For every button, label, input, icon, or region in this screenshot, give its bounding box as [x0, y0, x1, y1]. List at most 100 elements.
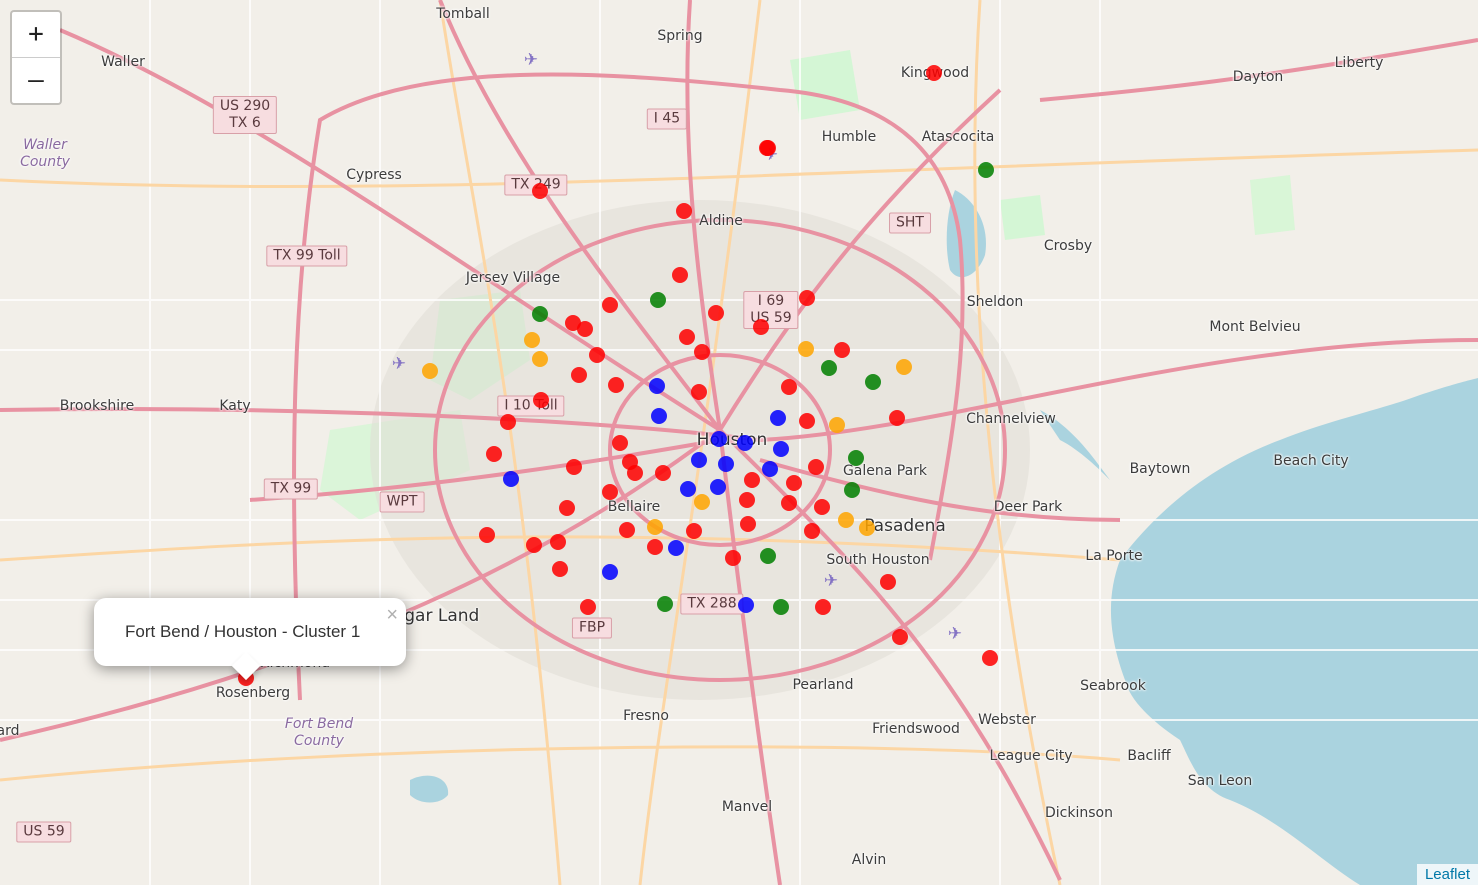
cluster-marker-red[interactable] [486, 446, 502, 462]
cluster-marker-red[interactable] [815, 599, 831, 615]
cluster-marker-red[interactable] [739, 492, 755, 508]
cluster-marker-red[interactable] [580, 599, 596, 615]
cluster-marker-green[interactable] [532, 306, 548, 322]
airport-icon: ✈ [391, 354, 407, 373]
cluster-marker-red[interactable] [799, 290, 815, 306]
cluster-marker-orange[interactable] [829, 417, 845, 433]
map-view[interactable]: TomballSpringWallerKingwoodDaytonLiberty… [0, 0, 1478, 885]
marker-popup: Fort Bend / Houston - Cluster 1 × [94, 598, 406, 681]
zoom-in-button[interactable]: + [12, 12, 60, 57]
cluster-marker-red[interactable] [619, 522, 635, 538]
cluster-marker-orange[interactable] [859, 520, 875, 536]
cluster-marker-red[interactable] [577, 321, 593, 337]
cluster-marker-red[interactable] [892, 629, 908, 645]
cluster-marker-green[interactable] [844, 482, 860, 498]
cluster-marker-blue[interactable] [770, 410, 786, 426]
cluster-marker-blue[interactable] [762, 461, 778, 477]
cluster-marker-red[interactable] [889, 410, 905, 426]
airport-icon: ✈ [523, 50, 539, 69]
cluster-marker-red[interactable] [676, 203, 692, 219]
cluster-marker-red[interactable] [602, 297, 618, 313]
cluster-marker-red[interactable] [589, 347, 605, 363]
cluster-marker-red[interactable] [479, 527, 495, 543]
cluster-marker-green[interactable] [821, 360, 837, 376]
cluster-marker-red[interactable] [753, 319, 769, 335]
cluster-marker-red[interactable] [627, 465, 643, 481]
cluster-marker-blue[interactable] [710, 479, 726, 495]
cluster-marker-orange[interactable] [524, 332, 540, 348]
cluster-marker-green[interactable] [657, 596, 673, 612]
highway-shield: SHT [889, 212, 931, 234]
cluster-marker-orange[interactable] [422, 363, 438, 379]
cluster-marker-blue[interactable] [773, 441, 789, 457]
cluster-marker-red[interactable] [602, 484, 618, 500]
cluster-marker-red[interactable] [608, 377, 624, 393]
leaflet-link[interactable]: Leaflet [1425, 866, 1470, 883]
airport-icon: ✈ [947, 624, 963, 643]
cluster-marker-blue[interactable] [649, 378, 665, 394]
cluster-marker-orange[interactable] [532, 351, 548, 367]
cluster-marker-orange[interactable] [896, 359, 912, 375]
cluster-marker-red[interactable] [708, 305, 724, 321]
cluster-marker-blue[interactable] [737, 435, 753, 451]
cluster-marker-orange[interactable] [798, 341, 814, 357]
cluster-marker-red[interactable] [982, 650, 998, 666]
cluster-marker-red[interactable] [532, 183, 548, 199]
cluster-marker-red[interactable] [694, 344, 710, 360]
cluster-marker-red[interactable] [814, 499, 830, 515]
cluster-marker-green[interactable] [848, 450, 864, 466]
cluster-marker-red[interactable] [566, 459, 582, 475]
cluster-marker-red[interactable] [725, 550, 741, 566]
cluster-marker-blue[interactable] [718, 456, 734, 472]
close-icon[interactable]: × [386, 604, 398, 627]
airport-icon: ✈ [823, 571, 839, 590]
attribution: Leaflet [1416, 864, 1478, 885]
cluster-marker-orange[interactable] [838, 512, 854, 528]
cluster-marker-red[interactable] [550, 534, 566, 550]
cluster-marker-blue[interactable] [651, 408, 667, 424]
highway-shield: TX 99 Toll [266, 245, 348, 267]
cluster-marker-red[interactable] [880, 574, 896, 590]
highway-shield: WPT [379, 491, 425, 513]
cluster-marker-red[interactable] [804, 523, 820, 539]
cluster-marker-red[interactable] [759, 140, 775, 156]
cluster-marker-blue[interactable] [738, 597, 754, 613]
cluster-marker-blue[interactable] [668, 540, 684, 556]
cluster-marker-red[interactable] [781, 379, 797, 395]
cluster-marker-red[interactable] [799, 413, 815, 429]
cluster-marker-red[interactable] [559, 500, 575, 516]
cluster-marker-green[interactable] [773, 599, 789, 615]
cluster-marker-red[interactable] [781, 495, 797, 511]
cluster-marker-red[interactable] [926, 65, 942, 81]
cluster-marker-green[interactable] [650, 292, 666, 308]
cluster-marker-green[interactable] [865, 374, 881, 390]
cluster-marker-blue[interactable] [503, 471, 519, 487]
cluster-marker-green[interactable] [978, 162, 994, 178]
cluster-marker-red[interactable] [672, 267, 688, 283]
cluster-marker-red[interactable] [526, 537, 542, 553]
cluster-marker-orange[interactable] [694, 494, 710, 510]
zoom-out-button[interactable]: – [12, 57, 60, 103]
zoom-control: + – [10, 10, 62, 105]
cluster-marker-orange[interactable] [647, 519, 663, 535]
cluster-marker-red[interactable] [744, 472, 760, 488]
cluster-marker-red[interactable] [786, 475, 802, 491]
cluster-marker-red[interactable] [571, 367, 587, 383]
cluster-marker-red[interactable] [647, 539, 663, 555]
cluster-marker-red[interactable] [533, 392, 549, 408]
cluster-marker-blue[interactable] [691, 452, 707, 468]
cluster-marker-red[interactable] [691, 384, 707, 400]
cluster-marker-green[interactable] [760, 548, 776, 564]
cluster-marker-red[interactable] [686, 523, 702, 539]
cluster-marker-blue[interactable] [602, 564, 618, 580]
cluster-marker-red[interactable] [679, 329, 695, 345]
cluster-marker-blue[interactable] [711, 431, 727, 447]
cluster-marker-red[interactable] [808, 459, 824, 475]
cluster-marker-red[interactable] [552, 561, 568, 577]
cluster-marker-red[interactable] [500, 414, 516, 430]
cluster-marker-blue[interactable] [680, 481, 696, 497]
cluster-marker-red[interactable] [655, 465, 671, 481]
cluster-marker-red[interactable] [740, 516, 756, 532]
cluster-marker-red[interactable] [834, 342, 850, 358]
cluster-marker-red[interactable] [612, 435, 628, 451]
